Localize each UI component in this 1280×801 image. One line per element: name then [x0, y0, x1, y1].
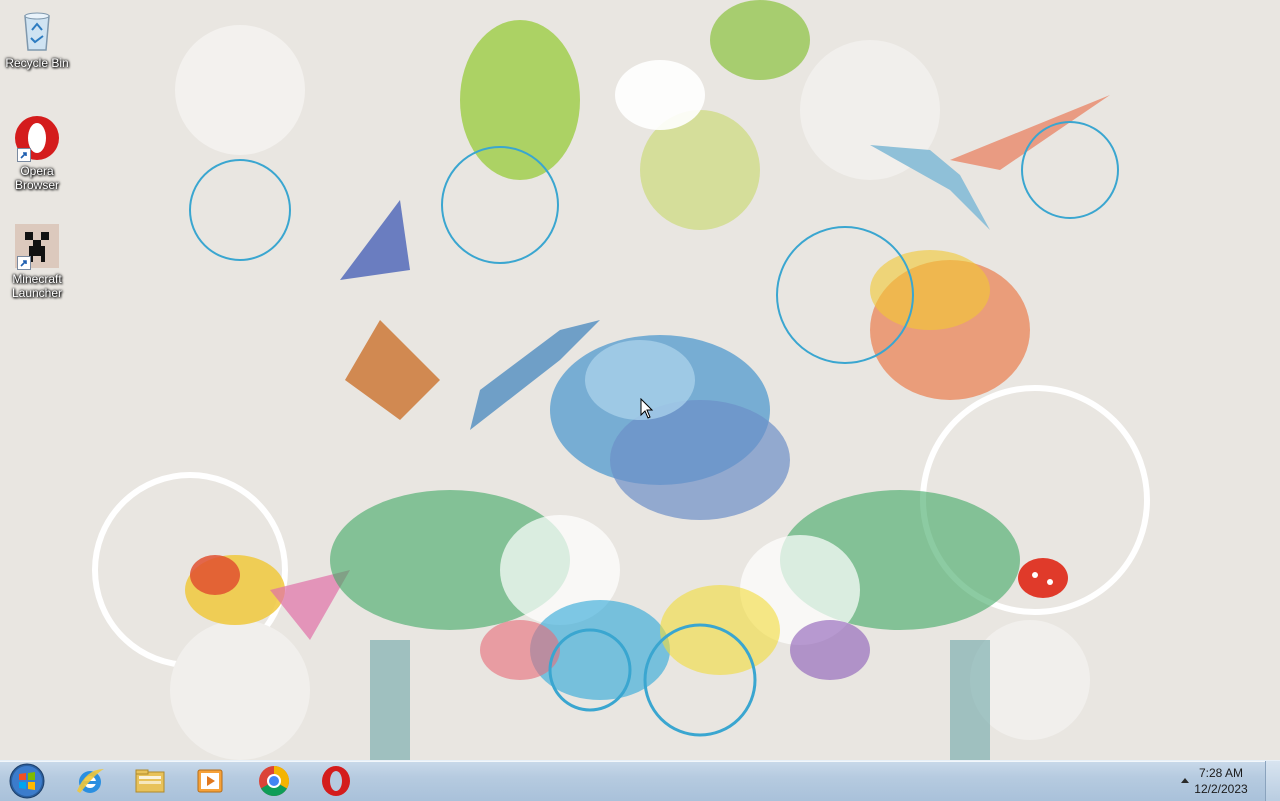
windows-start-icon [9, 763, 45, 799]
media-player-icon [197, 769, 223, 793]
desktop-wallpaper [0, 0, 1280, 760]
clock-time: 7:28 AM [1198, 766, 1244, 780]
internet-explorer-icon [77, 769, 104, 793]
chrome-icon [259, 766, 290, 797]
desktop-icon-opera-browser[interactable]: Opera Browser [4, 114, 70, 192]
shortcut-arrow-icon [17, 256, 31, 270]
taskbar-internet-explorer[interactable] [62, 762, 118, 800]
taskbar: 7:28 AM 12/2/2023 [0, 760, 1280, 801]
desktop-icon-label: Recycle Bin [5, 56, 69, 70]
opera-icon [13, 114, 61, 162]
start-button[interactable] [2, 762, 52, 800]
system-tray: 7:28 AM 12/2/2023 [1160, 761, 1280, 801]
recycle-bin-icon [13, 6, 61, 54]
shortcut-arrow-icon [17, 148, 31, 162]
mouse-cursor-icon [640, 398, 654, 419]
minecraft-icon [13, 222, 61, 270]
taskbar-opera[interactable] [308, 762, 364, 800]
show-desktop-button[interactable] [1265, 761, 1280, 801]
opera-icon [322, 766, 350, 796]
taskbar-media-player[interactable] [182, 762, 238, 800]
clock[interactable]: 7:28 AM 12/2/2023 [1186, 765, 1256, 797]
taskbar-chrome[interactable] [246, 762, 302, 800]
clock-date: 12/2/2023 [1194, 782, 1248, 796]
file-explorer-icon [135, 769, 165, 793]
desktop-icon-label: Minecraft Launcher [11, 272, 63, 300]
desktop-icon-recycle-bin[interactable]: Recycle Bin [4, 6, 70, 70]
taskbar-file-explorer[interactable] [122, 762, 178, 800]
desktop-icon-minecraft-launcher[interactable]: Minecraft Launcher [4, 222, 70, 300]
desktop-icon-label: Opera Browser [14, 164, 59, 192]
